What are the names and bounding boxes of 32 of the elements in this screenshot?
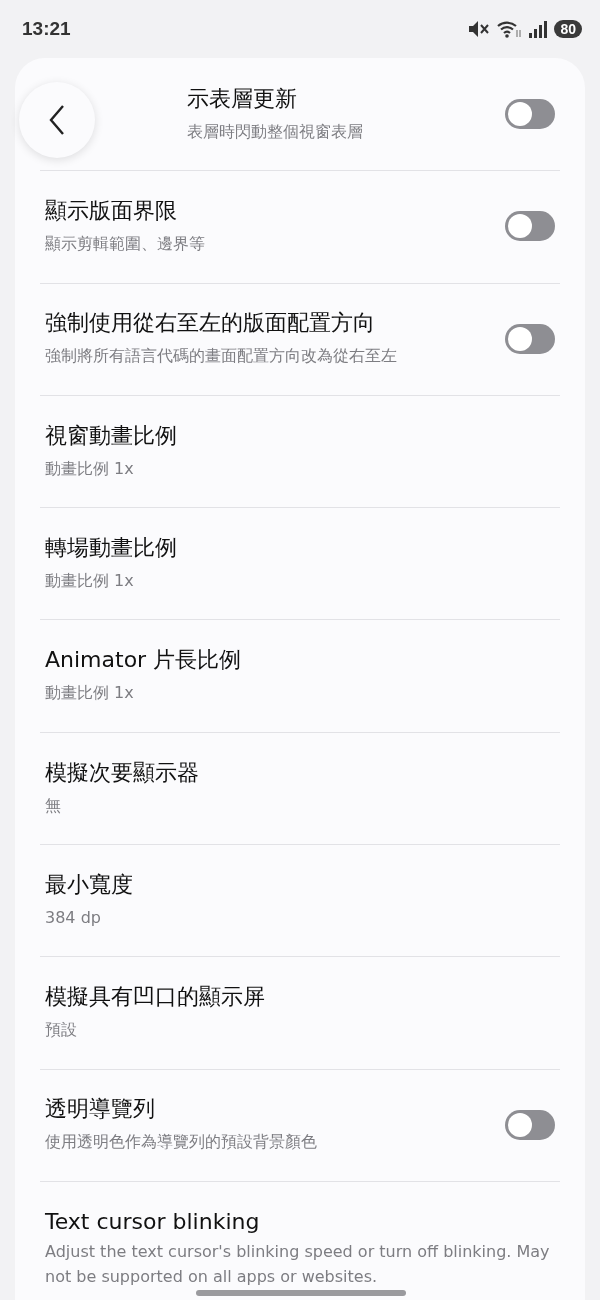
- setting-description: 使用透明色作為導覽列的預設背景顏色: [45, 1131, 318, 1154]
- back-icon: [48, 104, 66, 136]
- setting-description: 顯示剪輯範圍、邊界等: [45, 233, 206, 256]
- setting-description: 動畫比例 1x: [45, 682, 135, 705]
- setting-title[interactable]: Animator 片長比例: [45, 645, 555, 676]
- setting-title[interactable]: Text cursor blinking: [45, 1208, 555, 1234]
- setting-title[interactable]: 顯示版面界限: [45, 196, 495, 227]
- setting-title[interactable]: 示表層更新: [187, 83, 495, 114]
- battery-level: 80: [554, 20, 582, 38]
- setting-description: 384 dp: [45, 906, 102, 929]
- setting-title[interactable]: 轉場動畫比例: [45, 532, 555, 563]
- setting-title[interactable]: 模擬次要顯示器: [45, 757, 555, 788]
- toggle-switch[interactable]: [505, 99, 555, 130]
- setting-description: 動畫比例 1x: [45, 457, 135, 480]
- toggle-switch[interactable]: [505, 323, 555, 354]
- toggle-switch[interactable]: [505, 211, 555, 242]
- setting-title[interactable]: 視窗動畫比例: [45, 420, 555, 451]
- setting-title[interactable]: 最小寬度: [45, 869, 555, 900]
- setting-description: 強制將所有語言代碼的畫面配置方向改為從右至左: [45, 345, 398, 368]
- setting-title[interactable]: 強制使用從右至左的版面配置方向: [45, 308, 495, 339]
- setting-title[interactable]: 透明導覽列: [45, 1094, 495, 1125]
- setting-description: 表層時閃動整個視窗表層: [187, 120, 364, 143]
- status-time: 13:21: [22, 18, 71, 40]
- setting-description: 動畫比例 1x: [45, 569, 135, 592]
- setting-description: 預設: [45, 1019, 78, 1042]
- setting-description: 無: [45, 794, 62, 817]
- wifi-icon: [496, 19, 523, 39]
- toggle-switch[interactable]: [505, 1109, 555, 1140]
- mute-icon: [468, 19, 491, 39]
- setting-description: Adjust the text cursor's blinking speed or turn off blinking. May not be supported on all apps or websites.: [45, 1240, 551, 1288]
- signal-icon: [528, 20, 549, 38]
- setting-title[interactable]: 模擬具有凹口的顯示屏: [45, 982, 555, 1013]
